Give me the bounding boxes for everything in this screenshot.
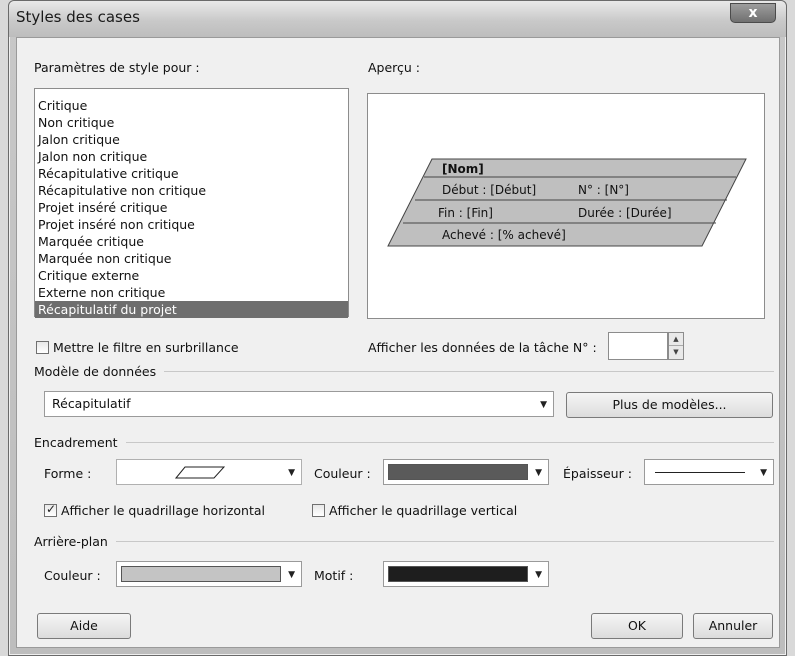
chevron-down-icon: ▼ bbox=[535, 468, 542, 478]
dialog-window: Styles des cases x Paramètres de style p… bbox=[8, 0, 787, 656]
preview-label: Aperçu : bbox=[368, 60, 421, 75]
highlight-filter-checkbox[interactable]: Mettre le filtre en surbrillance bbox=[36, 340, 239, 355]
more-models-button[interactable]: Plus de modèles... bbox=[566, 392, 773, 418]
task-number-input[interactable] bbox=[608, 332, 668, 360]
chevron-down-icon: ▼ bbox=[760, 468, 767, 478]
data-model-group-title: Modèle de données bbox=[34, 364, 774, 379]
border-color-label: Couleur : bbox=[314, 466, 371, 481]
preview-id: N° : [N°] bbox=[578, 183, 629, 197]
preview-start: Début : [Début] bbox=[442, 183, 537, 197]
window-title: Styles des cases bbox=[16, 8, 140, 26]
style-list-item[interactable]: Récapitulative critique bbox=[35, 165, 348, 182]
help-button[interactable]: Aide bbox=[37, 613, 131, 639]
pattern-swatch bbox=[388, 566, 528, 582]
task-number-spinner[interactable]: ▲ ▼ bbox=[668, 332, 684, 360]
data-model-value: Récapitulatif bbox=[52, 396, 131, 411]
dialog-client-area: Paramètres de style pour : Aperçu : Crit… bbox=[16, 37, 780, 648]
style-list-item[interactable]: Marquée critique bbox=[35, 233, 348, 250]
style-list-item[interactable]: Non critique bbox=[35, 114, 348, 131]
style-list-item[interactable]: Marquée non critique bbox=[35, 250, 348, 267]
checkbox-box[interactable] bbox=[44, 502, 57, 517]
style-list-item[interactable]: Récapitulative non critique bbox=[35, 182, 348, 199]
preview-finish: Fin : [Fin] bbox=[438, 206, 493, 220]
preview-bar-shape bbox=[387, 158, 747, 247]
preview-duration: Durée : [Durée] bbox=[578, 206, 672, 220]
border-color-dropdown[interactable]: ▼ bbox=[383, 459, 549, 485]
style-list[interactable]: Critique Non critique Jalon critique Jalon … bbox=[34, 88, 349, 318]
preview-name: [Nom] bbox=[442, 162, 484, 176]
pattern-dropdown[interactable]: ▼ bbox=[383, 561, 549, 587]
border-color-swatch bbox=[388, 464, 528, 480]
spin-up-icon[interactable]: ▲ bbox=[669, 333, 683, 346]
show-task-data-label: Afficher les données de la tâche N° : bbox=[368, 340, 597, 355]
spin-down-icon[interactable]: ▼ bbox=[669, 346, 683, 359]
background-group-title: Arrière-plan bbox=[34, 534, 774, 549]
cancel-button[interactable]: Annuler bbox=[693, 613, 773, 639]
shape-dropdown[interactable]: ▼ bbox=[116, 459, 302, 485]
background-color-dropdown[interactable]: ▼ bbox=[116, 561, 302, 587]
parallelogram-icon bbox=[175, 466, 225, 479]
pattern-label: Motif : bbox=[314, 568, 354, 583]
style-list-item[interactable]: Jalon critique bbox=[35, 131, 348, 148]
data-model-dropdown[interactable]: Récapitulatif ▼ bbox=[44, 391, 554, 417]
style-list-item[interactable]: Jalon non critique bbox=[35, 148, 348, 165]
checkbox-box[interactable] bbox=[312, 504, 325, 517]
preview-panel: [Nom] Début : [Début] N° : [N°] Fin : [F… bbox=[367, 93, 765, 319]
chevron-down-icon: ▼ bbox=[288, 570, 295, 580]
preview-complete: Achevé : [% achevé] bbox=[442, 228, 566, 242]
vertical-grid-checkbox[interactable]: Afficher le quadrillage vertical bbox=[312, 503, 517, 518]
chevron-down-icon: ▼ bbox=[288, 468, 295, 478]
style-list-item[interactable]: Externe non critique bbox=[35, 284, 348, 301]
border-group-title: Encadrement bbox=[34, 435, 774, 450]
chevron-down-icon: ▼ bbox=[540, 400, 547, 410]
style-settings-label: Paramètres de style pour : bbox=[34, 60, 200, 75]
style-list-item[interactable]: Récapitulatif du projet bbox=[35, 301, 348, 318]
style-list-item[interactable]: Critique bbox=[35, 97, 348, 114]
thickness-dropdown[interactable]: ▼ bbox=[644, 459, 774, 485]
checkbox-box[interactable] bbox=[36, 341, 49, 354]
style-list-item[interactable]: Projet inséré critique bbox=[35, 199, 348, 216]
title-bar: Styles des cases x bbox=[9, 1, 786, 37]
horizontal-grid-checkbox[interactable]: Afficher le quadrillage horizontal bbox=[44, 502, 265, 518]
background-color-label: Couleur : bbox=[44, 568, 101, 583]
thickness-label: Épaisseur : bbox=[563, 466, 632, 481]
shape-label: Forme : bbox=[44, 466, 92, 481]
background-color-swatch bbox=[121, 566, 281, 582]
style-list-item[interactable]: Projet inséré non critique bbox=[35, 216, 348, 233]
close-button[interactable]: x bbox=[730, 3, 776, 23]
ok-button[interactable]: OK bbox=[591, 613, 683, 639]
chevron-down-icon: ▼ bbox=[535, 570, 542, 580]
line-thickness-sample bbox=[655, 472, 745, 473]
style-list-item[interactable]: Critique externe bbox=[35, 267, 348, 284]
